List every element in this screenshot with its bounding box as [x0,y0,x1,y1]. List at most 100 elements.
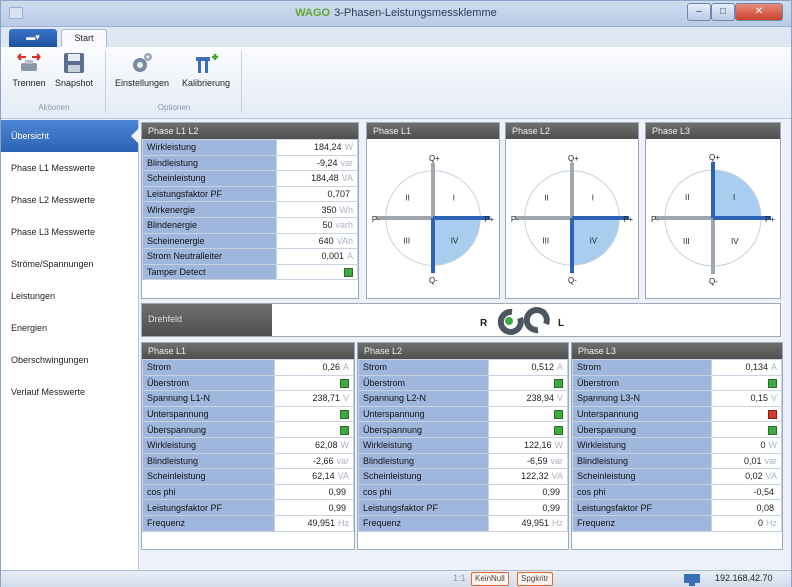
main-content: Phase L1 L2 Wirkleistung 184,24 W Blindleis… [141,120,791,570]
value-text: 0,99 [542,502,560,513]
ribbon-tabs: ▬▾ Start [1,27,791,47]
value-text: 350 [321,204,337,215]
unit-text: W [768,440,778,451]
snapshot-label: Snapshot [54,78,94,88]
einstellungen-button[interactable]: Einstellungen [111,51,173,88]
quadrant-label: III [683,237,690,246]
sidebar-item-energien[interactable]: Energien [1,312,138,344]
minimize-button[interactable]: – [687,3,711,21]
unit-text: A [346,251,353,262]
table-row: Strom Neutralleiter 0,001 A [142,248,359,265]
unit-text: var [336,455,349,466]
sidebar-item-uebersicht[interactable]: Übersicht [1,120,139,152]
unit-text: Hz [338,518,349,529]
status-led-icon [340,425,349,435]
row-value [273,421,355,438]
close-button[interactable]: ✕ [735,3,783,21]
wago-logo: WAGO [295,7,331,19]
rotation-led-icon [505,317,513,325]
sidebar-item-leistungen[interactable]: Leistungen [1,280,138,312]
maximize-button[interactable]: □ [711,3,735,21]
table-row: Scheinleistung 0,02 VA [571,468,782,485]
row-label: Blindleistung [571,452,713,470]
table-row: Scheinleistung 184,48 VA [142,170,359,187]
value-text: 0,001 [321,251,344,262]
table-row: Überspannung [357,421,568,438]
app-window: WAGO 3-Phasen-Leistungsmessklemme – □ ✕ ▬… [0,0,792,587]
tab-start[interactable]: Start [61,29,107,47]
row-value [711,374,782,392]
row-value [711,421,782,438]
row-value: 0 Hz [711,514,782,532]
keinnull-button[interactable]: KeinNull [471,572,509,586]
gear-icon [133,53,152,72]
sidebar-item-verlauf[interactable]: Verlauf Messwerte [1,376,138,408]
quadrant-label: Q+ [568,154,579,163]
table-row: Strom 0,512 A [357,359,568,376]
unit-text: W [554,440,564,451]
value-text: 238,94 [526,393,554,404]
quadrant-label: I [592,193,594,202]
quadrant-diagram-l3: Q+Q-P+P-II IIII IV [651,153,775,286]
value-text: 0 [760,440,766,451]
row-label: Unterspannung [571,405,713,423]
quadrant-panel-l1: Phase L1 Q+ Q- P+ P- II I III IV [366,122,500,299]
table-row: Blindleistung 0,01 var [571,452,782,470]
value-text: 49,951 [521,518,549,529]
drehfeld-r-label: R [480,318,488,329]
trennen-label: Trennen [12,78,46,88]
row-label: Wirkleistung [142,139,277,156]
ribbon-separator [105,51,106,113]
quadrant-diagram-l2: Q+Q-P+P-II IIII IV [511,154,634,285]
row-label: Frequenz [142,514,275,532]
row-label: Blindleistung [357,452,490,470]
table-row: Wirkenergie 350 Wh [142,201,359,218]
spgkritr-button[interactable]: Spgkritr [517,572,553,586]
row-value: 350 Wh [275,201,359,218]
window-title-text: 3-Phasen-Leistungsmessklemme [334,7,497,19]
sidebar-item-phase-l2[interactable]: Phase L2 Messwerte [1,184,138,216]
group-label-optionen: Optionen [157,103,191,112]
row-value [273,374,355,392]
table-row: Strom 0,26 A [142,359,355,376]
row-label: cos phi [142,483,275,501]
row-value: 0,08 [711,499,782,516]
table-row: Frequenz 0 Hz [571,514,782,532]
row-label: Spannung L2-N [357,390,490,407]
sidebar-item-stroeme-spannungen[interactable]: Ströme/Spannungen [1,248,138,280]
table-row: Wirkleistung 0 W [571,436,782,454]
sidebar-item-phase-l1[interactable]: Phase L1 Messwerte [1,152,138,184]
value-text: 0,99 [328,502,346,513]
file-menu-tab[interactable]: ▬▾ [9,29,57,47]
row-label: Überspannung [142,421,275,438]
value-text: 0,26 [322,362,340,373]
quadrant-label: II [685,193,689,202]
quadrant-label: III [542,237,549,246]
quadrant-panel-l3: Phase L3 Q+ Q- P+ P- II I III IV [645,122,781,299]
ip-address: 192.168.42.70 [715,573,773,583]
kalibrierung-button[interactable]: Kalibrierung [175,51,237,88]
phase-table-l2: Strom 0,512 A Überstrom Spannung L2-N 238,94 V… [357,359,568,532]
disconnect-icon [17,53,41,71]
phase-panel-title: Phase L2 [358,343,568,359]
row-label: Scheinenergie [142,232,277,250]
calibration-icon [196,54,218,73]
phase-panel-title: Phase L3 [572,343,782,359]
trennen-button[interactable]: Trennen [9,51,49,88]
snapshot-button[interactable]: Snapshot [51,51,97,88]
row-label: Leistungsfaktor PF [142,499,275,516]
row-value: 0,99 [488,483,568,501]
sidebar-item-oberschwingungen[interactable]: Oberschwingungen [1,344,138,376]
row-value: 0,15 V [711,390,782,407]
quadrant-label: Q+ [429,154,440,163]
status-led-icon [554,425,563,435]
value-text: 122,16 [523,440,552,451]
table-row: Überspannung [142,421,355,438]
group-label-aktionen: Aktionen [38,103,70,112]
row-value: 238,71 V [273,390,355,407]
unit-text: W [344,142,354,153]
row-value [488,405,568,423]
row-value: 122,32 VA [488,468,568,485]
sidebar-item-phase-l3[interactable]: Phase L3 Messwerte [1,216,138,248]
table-row: Spannung L3-N 0,15 V [571,390,782,407]
